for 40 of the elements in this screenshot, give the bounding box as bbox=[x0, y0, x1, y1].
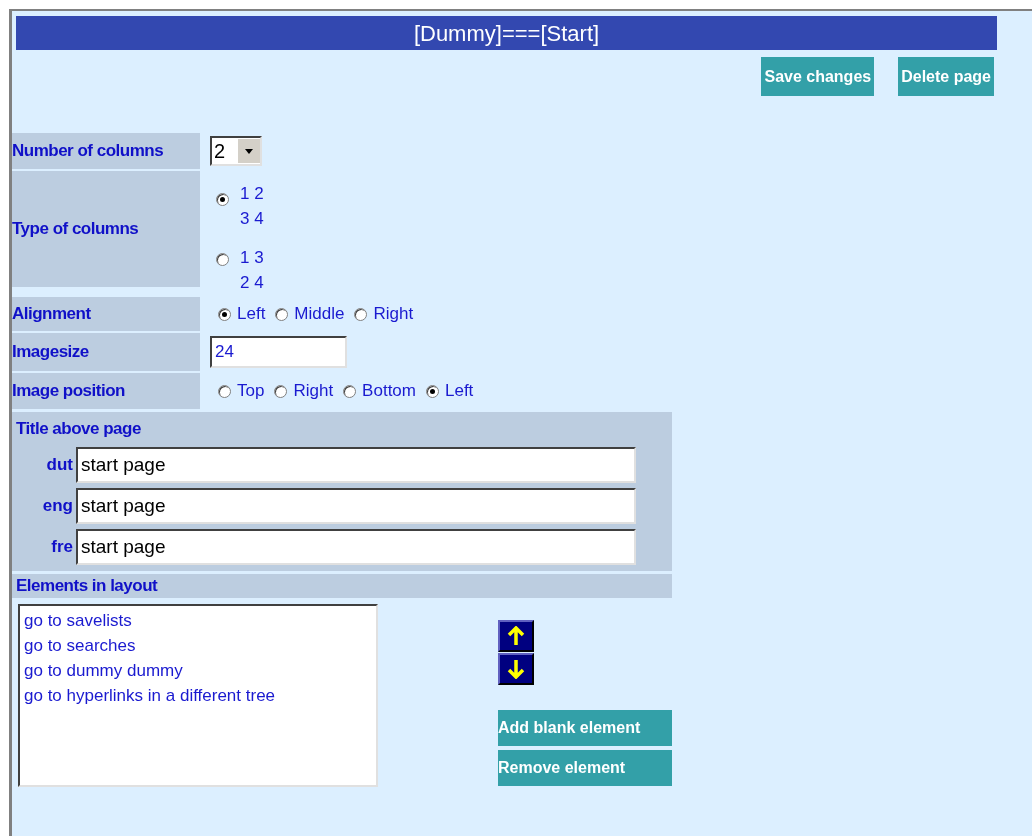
list-item[interactable]: go to savelists bbox=[24, 607, 376, 633]
language-label: dut bbox=[45, 453, 74, 476]
title-field[interactable]: start page bbox=[76, 528, 636, 565]
column-order-label: 2 4 bbox=[240, 272, 264, 294]
columns-dropdown[interactable]: 2 bbox=[210, 136, 262, 166]
list-item[interactable]: go to searches bbox=[24, 632, 376, 658]
language-label: eng bbox=[41, 494, 74, 517]
section-heading: Title above page bbox=[15, 418, 142, 440]
radio-button[interactable] bbox=[216, 253, 229, 266]
list-item[interactable]: go to hyperlinks in a different tree bbox=[24, 682, 376, 708]
field-label: Imagesize bbox=[12, 341, 89, 364]
option-label: Top bbox=[237, 380, 265, 403]
option-label: Right bbox=[293, 380, 334, 403]
imagesize-field[interactable]: 24 bbox=[210, 336, 347, 368]
language-label: fre bbox=[50, 535, 74, 558]
list-item[interactable]: go to dummy dummy bbox=[24, 657, 376, 683]
page-title: [Dummy]===[Start] bbox=[413, 19, 600, 48]
radio-button[interactable] bbox=[216, 193, 229, 206]
section-heading: Elements in layout bbox=[16, 574, 158, 597]
radio-button[interactable] bbox=[218, 384, 231, 398]
title-field[interactable]: start page bbox=[76, 446, 636, 483]
column-order-label: 3 4 bbox=[240, 208, 264, 230]
field-label: Alignment bbox=[12, 303, 91, 326]
field-label: Image position bbox=[12, 380, 125, 403]
move-down-button[interactable] bbox=[498, 652, 534, 685]
arrow-up-icon bbox=[507, 625, 525, 646]
option-label: Bottom bbox=[362, 380, 416, 403]
radio-button[interactable] bbox=[274, 384, 288, 398]
option-label: Middle bbox=[294, 303, 345, 326]
title-field[interactable]: start page bbox=[76, 487, 636, 524]
field-label: Type of columns bbox=[12, 218, 139, 241]
field-label: Number of columns bbox=[12, 140, 164, 163]
option-label: Right bbox=[373, 303, 414, 326]
move-up-button[interactable] bbox=[498, 619, 534, 652]
option-label: Left bbox=[444, 380, 474, 403]
column-order-label: 1 3 bbox=[240, 247, 264, 269]
option-label: Left bbox=[237, 303, 266, 326]
column-order-label: 1 2 bbox=[240, 183, 264, 205]
arrow-down-icon bbox=[507, 658, 525, 679]
elements-listbox[interactable]: go to savelists go to searches go to dummy dummy go to hyperlinks in a different tree bbox=[18, 603, 378, 787]
